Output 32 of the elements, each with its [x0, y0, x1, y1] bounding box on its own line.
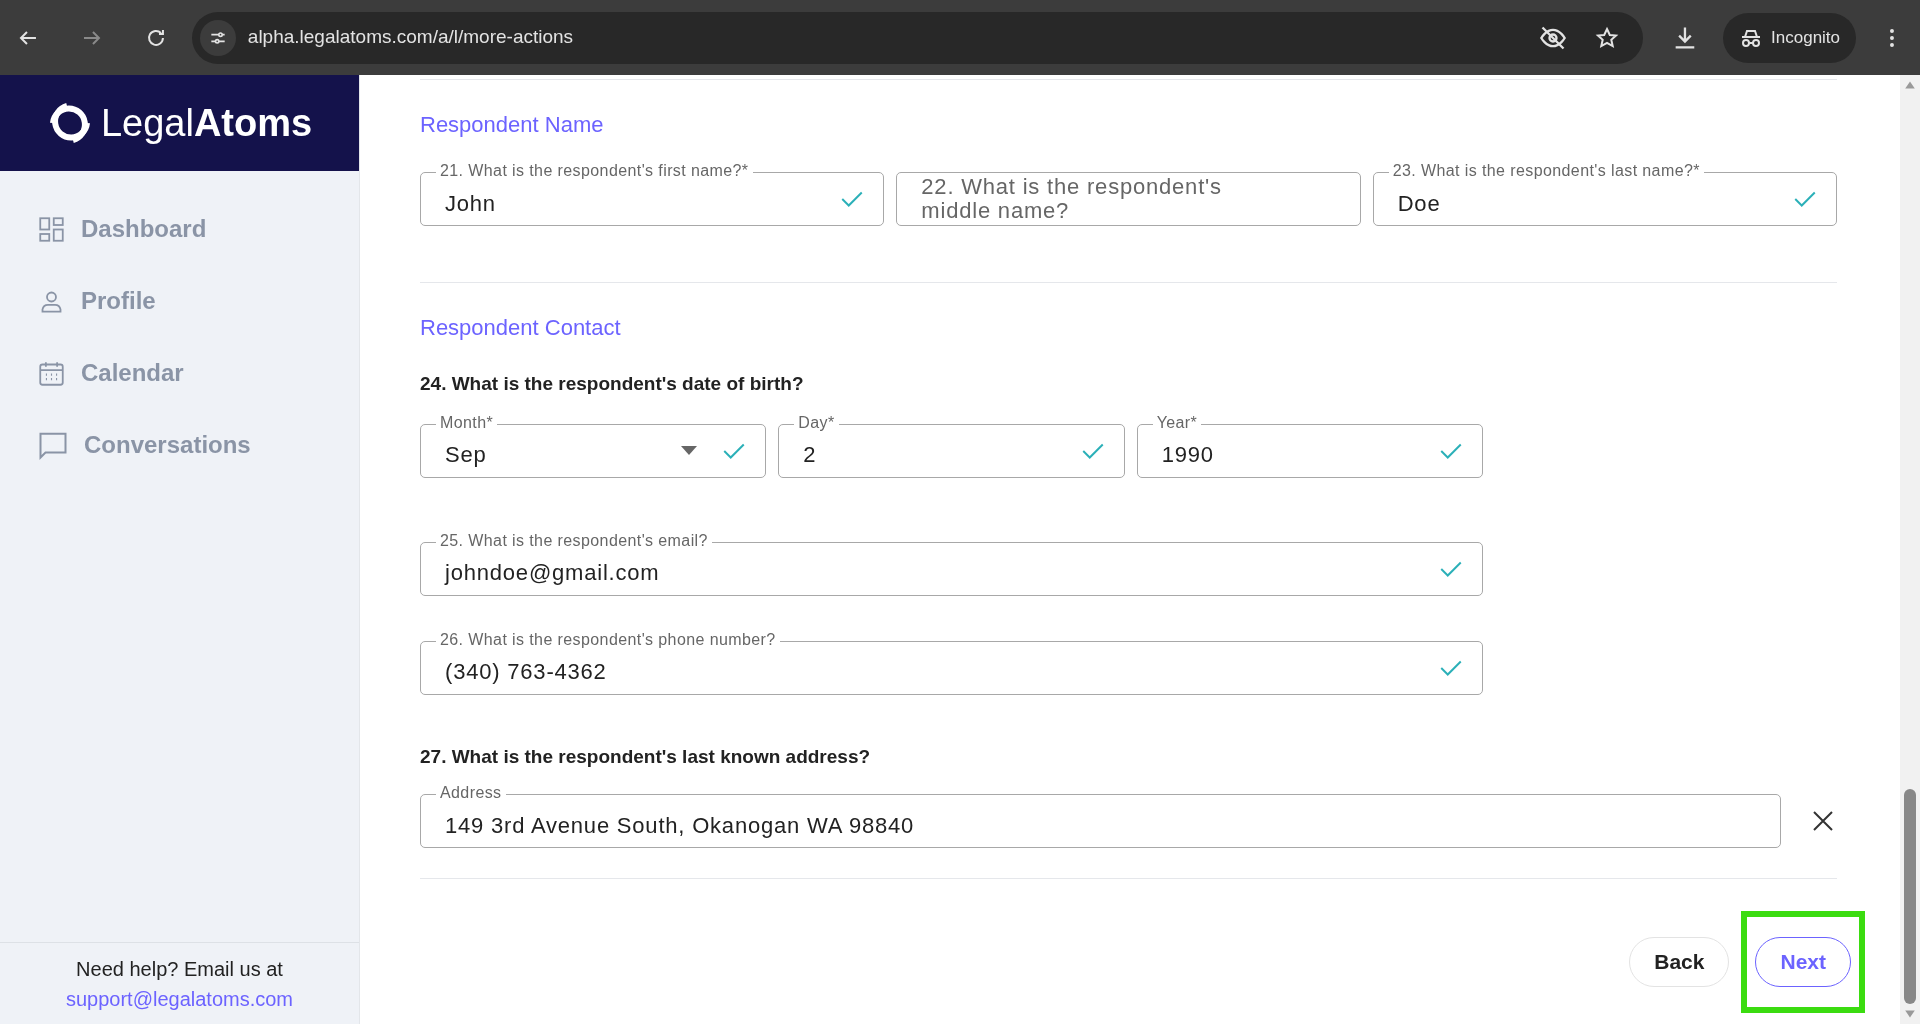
field-value: johndoe@gmail.com — [445, 559, 661, 587]
help-text: Need help? Email us at — [76, 956, 283, 982]
section-title: Respondent Contact — [420, 314, 621, 342]
field-value: (340) 763-4362 — [445, 658, 608, 686]
scrollbar-thumb[interactable] — [1904, 789, 1916, 1004]
field-value: Sep — [445, 441, 488, 469]
star-icon[interactable] — [1595, 25, 1620, 50]
incognito-chip[interactable]: Incognito — [1723, 12, 1857, 63]
field-value: John — [445, 189, 497, 218]
chat-icon — [38, 430, 68, 460]
back-button[interactable]: Back — [1629, 937, 1730, 987]
dropdown-caret-icon[interactable] — [681, 445, 698, 456]
field-value: 1990 — [1161, 441, 1215, 469]
incognito-label: Incognito — [1771, 26, 1841, 49]
field-label: 21. What is the respondent's first name?* — [436, 161, 753, 181]
address-bar[interactable]: alpha.legalatoms.com/a/l/more-actions — [191, 11, 1644, 64]
logo-text: LegalAtoms — [100, 100, 313, 146]
field-value: 2 — [803, 441, 818, 469]
grid-icon — [38, 215, 65, 243]
field-label: 23. What is the respondent's last name?* — [1388, 161, 1704, 181]
field-placeholder: 22. What is the respondent's middle name? — [921, 175, 1223, 223]
next-button[interactable]: Next — [1755, 937, 1851, 987]
question-text: 24. What is the respondent's date of birth? — [420, 372, 804, 396]
site-settings-icon[interactable] — [199, 19, 236, 56]
support-email-link[interactable]: support@legalatoms.com — [65, 983, 294, 1014]
section-title: Respondent Name — [420, 111, 604, 139]
clear-icon[interactable] — [1811, 809, 1835, 833]
field-value: 149 3rd Avenue South, Okanogan WA 98840 — [445, 811, 916, 840]
question-text: 27. What is the respondent's last known address? — [420, 744, 871, 769]
url-text[interactable]: alpha.legalatoms.com/a/l/more-actions — [247, 23, 1528, 52]
calendar-icon — [38, 359, 65, 387]
field-value: Doe — [1397, 189, 1442, 218]
